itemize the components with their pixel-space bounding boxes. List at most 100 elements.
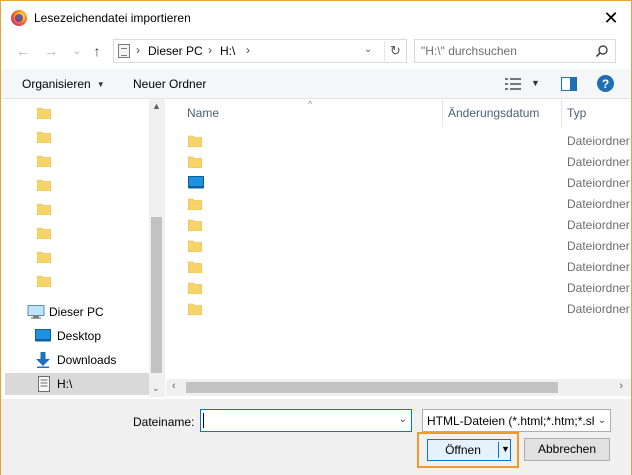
scroll-down-arrow-icon[interactable]: ⌄ <box>152 383 160 394</box>
folder-icon[interactable] <box>37 202 51 215</box>
firefox-icon <box>11 10 27 26</box>
preview-pane-icon[interactable] <box>561 77 577 91</box>
horizontal-scrollbar-thumb[interactable] <box>186 382 558 393</box>
file-type-cell: Dateiordner <box>567 197 630 211</box>
network-drive-icon <box>38 376 50 392</box>
search-box[interactable] <box>414 39 616 63</box>
file-type-cell: Dateiordner <box>567 302 630 316</box>
import-bookmarks-dialog: Lesezeichendatei importieren ✕ ← → ⌄ ↑ ›… <box>0 0 632 475</box>
folder-icon <box>187 197 203 213</box>
open-button[interactable]: Öffnen ▼ <box>427 439 511 461</box>
forward-button[interactable]: → <box>41 41 61 61</box>
nav-item-this-pc[interactable]: Dieser PC <box>5 301 149 323</box>
file-type-cell: Dateiordner <box>567 260 630 274</box>
file-type-select[interactable]: HTML-Dateien (*.html;*.htm;*.shtml) ⌄ <box>422 409 611 432</box>
open-dropdown-icon[interactable]: ▼ <box>501 444 510 454</box>
address-dropdown-icon[interactable]: ⌄ <box>364 44 372 55</box>
desktop-icon <box>35 329 51 342</box>
navigation-pane: Dieser PC Desktop Downloads H:\ ▲ ⌄ <box>1 99 165 397</box>
folder-icon <box>187 302 203 318</box>
view-dropdown-icon[interactable]: ▼ <box>531 78 540 88</box>
nav-item-desktop[interactable]: Desktop <box>5 325 149 347</box>
file-type-cell: Dateiordner <box>567 281 630 295</box>
scroll-left-arrow-icon[interactable]: ‹ <box>172 380 176 392</box>
this-pc-icon <box>118 44 130 58</box>
file-type-cell: Dateiordner <box>567 155 630 169</box>
breadcrumb-this-pc[interactable]: Dieser PC <box>148 44 203 58</box>
folder-icon[interactable] <box>37 178 51 191</box>
folder-icon[interactable] <box>37 106 51 119</box>
file-type-cell: Dateiordner <box>567 239 630 253</box>
horizontal-scrollbar[interactable]: ‹ › <box>166 379 631 396</box>
file-type-value: HTML-Dateien (*.html;*.htm;*.shtml) <box>427 414 611 428</box>
breadcrumb-separator: › <box>208 43 212 57</box>
scroll-right-arrow-icon[interactable]: › <box>619 380 623 392</box>
file-row[interactable]: Dateiordner <box>166 130 631 151</box>
organize-label: Organisieren <box>22 77 91 91</box>
folder-icon[interactable] <box>37 154 51 167</box>
folder-icon[interactable] <box>37 226 51 239</box>
breadcrumb-separator: › <box>136 43 140 57</box>
column-header-type[interactable]: Typ <box>562 99 631 127</box>
search-icon[interactable] <box>595 44 609 58</box>
column-header-name[interactable]: Name ^ <box>166 99 442 127</box>
nav-item-downloads[interactable]: Downloads <box>5 349 149 371</box>
breadcrumb-separator: › <box>246 43 250 57</box>
folder-icon <box>187 155 203 171</box>
filename-input[interactable] <box>205 413 385 427</box>
file-row[interactable]: Dateiordner <box>166 214 631 235</box>
file-row[interactable]: Dateiordner <box>166 151 631 172</box>
file-row[interactable]: Dateiordner <box>166 256 631 277</box>
filename-combobox[interactable]: ⌄ <box>200 409 412 432</box>
up-button[interactable]: ↑ <box>87 41 107 61</box>
cancel-button[interactable]: Abbrechen <box>524 438 610 461</box>
address-row: ← → ⌄ ↑ › Dieser PC › H:\ › ⌄ ↻ <box>1 35 631 67</box>
chevron-down-icon: ▼ <box>96 80 105 89</box>
recent-locations-button[interactable]: ⌄ <box>67 41 87 61</box>
file-type-cell: Dateiordner <box>567 176 630 190</box>
file-type-cell: Dateiordner <box>567 218 630 232</box>
file-row[interactable]: Dateiordner <box>166 235 631 256</box>
folder-icon[interactable] <box>37 130 51 143</box>
filename-label: Dateiname: <box>133 415 195 429</box>
search-input[interactable] <box>421 44 591 58</box>
file-row[interactable]: Dateiordner <box>166 298 631 319</box>
folder-icon <box>187 134 203 150</box>
file-type-cell: Dateiordner <box>567 134 630 148</box>
open-button-highlight: Öffnen ▼ <box>417 432 519 468</box>
open-button-label: Öffnen <box>445 443 481 457</box>
column-header-date[interactable]: Änderungsdatum <box>443 99 561 127</box>
chevron-down-icon[interactable]: ⌄ <box>594 410 610 431</box>
sort-ascending-icon: ^ <box>308 99 313 109</box>
file-list: Name ^ Änderungsdatum Typ Dateiordner Dat… <box>166 99 631 397</box>
help-icon[interactable]: ? <box>597 75 614 92</box>
folder-icon[interactable] <box>37 250 51 263</box>
address-bar[interactable]: › Dieser PC › H:\ › ⌄ ↻ <box>113 39 407 63</box>
folder-icon[interactable] <box>37 274 51 287</box>
column-header-label: Name <box>187 106 220 120</box>
file-row[interactable]: Dateiordner <box>166 277 631 298</box>
folder-icon <box>187 239 203 255</box>
view-details-icon[interactable] <box>505 78 521 90</box>
title-bar: Lesezeichendatei importieren ✕ <box>1 1 631 35</box>
chevron-down-icon[interactable]: ⌄ <box>399 414 407 425</box>
file-row[interactable]: Dateiordner <box>166 172 631 193</box>
nav-scrollbar-thumb[interactable] <box>151 217 162 373</box>
new-folder-button[interactable]: Neuer Ordner <box>133 77 206 91</box>
refresh-button[interactable]: ↻ <box>384 41 406 61</box>
close-button[interactable]: ✕ <box>597 5 625 31</box>
breadcrumb-drive-h[interactable]: H:\ <box>220 44 235 58</box>
organize-button[interactable]: Organisieren ▼ <box>22 77 105 91</box>
file-row[interactable]: Dateiordner <box>166 193 631 214</box>
window-title: Lesezeichendatei importieren <box>34 11 191 25</box>
scroll-up-arrow-icon[interactable]: ▲ <box>152 101 161 111</box>
dialog-footer: Dateiname: ⌄ HTML-Dateien (*.html;*.htm;… <box>1 399 631 475</box>
column-header-label: Typ <box>567 106 587 120</box>
split-button-divider <box>498 442 499 458</box>
text-cursor <box>203 413 204 428</box>
nav-item-label: Downloads <box>57 353 117 367</box>
nav-item-drive-h[interactable]: H:\ <box>5 373 149 395</box>
nav-scrollbar[interactable]: ▲ ⌄ <box>149 99 164 397</box>
back-button[interactable]: ← <box>13 41 33 61</box>
desktop-folder-icon <box>188 176 204 192</box>
